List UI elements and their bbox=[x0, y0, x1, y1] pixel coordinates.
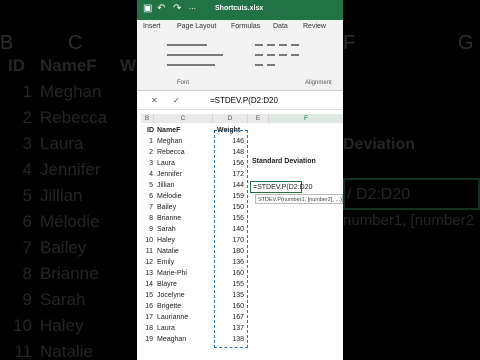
row-id[interactable]: 10 bbox=[141, 235, 153, 246]
tab-review[interactable]: Review bbox=[303, 23, 326, 30]
row-id[interactable]: 2 bbox=[141, 147, 153, 158]
confirm-icon[interactable]: ✓ bbox=[173, 96, 180, 105]
row-name[interactable]: Bailey bbox=[157, 202, 205, 213]
column-header-d[interactable]: D bbox=[213, 114, 248, 123]
header-name[interactable]: NameF bbox=[157, 125, 205, 136]
sd-label[interactable]: Standard Deviation bbox=[252, 158, 316, 165]
ribbon-tabs: Insert Page Layout Formulas Data Review bbox=[137, 20, 343, 35]
row-id[interactable]: 8 bbox=[141, 213, 153, 224]
formula-bar: ✕ ✓ =STDEV.P(D2:D20 bbox=[137, 93, 343, 110]
row-name[interactable]: Marie-Phi bbox=[157, 268, 205, 279]
save-icon[interactable]: ▣ bbox=[143, 3, 152, 14]
font-group-label: Font bbox=[177, 80, 190, 86]
row-name[interactable]: Brianne bbox=[157, 213, 205, 224]
formula-input[interactable]: =STDEV.P(D2:D20 bbox=[210, 96, 278, 105]
active-cell[interactable]: =STDEV.P(D2:D20 bbox=[250, 181, 312, 193]
cancel-icon[interactable]: ✕ bbox=[151, 96, 158, 105]
selection-marquee bbox=[214, 130, 248, 348]
more-icon[interactable]: ⋯ bbox=[189, 5, 196, 13]
row-id[interactable]: 5 bbox=[141, 180, 153, 191]
undo-icon[interactable]: ↶ bbox=[157, 3, 165, 14]
column-header-c[interactable]: C bbox=[154, 114, 213, 123]
file-title: Shortcuts.xlsx bbox=[215, 5, 264, 12]
row-id[interactable]: 9 bbox=[141, 224, 153, 235]
row-name[interactable]: Blayre bbox=[157, 279, 205, 290]
title-bar: ▣ ↶ ↷ ⋯ Shortcuts.xlsx bbox=[137, 0, 343, 20]
row-name[interactable]: Emily bbox=[157, 257, 205, 268]
column-header-b[interactable]: B bbox=[141, 114, 154, 123]
row-id[interactable]: 17 bbox=[141, 312, 153, 323]
tab-formulas[interactable]: Formulas bbox=[231, 23, 260, 30]
row-name[interactable]: Jennifer bbox=[157, 169, 205, 180]
function-tooltip: STDEV.P(number1, [number2], ...) bbox=[255, 194, 343, 204]
column-header-f[interactable]: F bbox=[269, 114, 343, 123]
row-id[interactable]: 7 bbox=[141, 202, 153, 213]
row-id[interactable]: 1 bbox=[141, 136, 153, 147]
row-id[interactable]: 4 bbox=[141, 169, 153, 180]
row-name[interactable]: Rebecca bbox=[157, 147, 205, 158]
row-name[interactable]: Meghan bbox=[157, 136, 205, 147]
worksheet-grid[interactable]: B C D E F ID NameF Weight 1 Meghan 146 2 Reb… bbox=[137, 114, 343, 360]
row-name[interactable]: Sarah bbox=[157, 224, 205, 235]
row-id[interactable]: 19 bbox=[141, 334, 153, 345]
row-name[interactable]: Jocelyne bbox=[157, 290, 205, 301]
row-id[interactable]: 18 bbox=[141, 323, 153, 334]
row-id[interactable]: 14 bbox=[141, 279, 153, 290]
ribbon: Font Alignment bbox=[137, 34, 343, 91]
excel-window: ▣ ↶ ↷ ⋯ Shortcuts.xlsx Insert Page Layou… bbox=[137, 0, 343, 360]
redo-icon[interactable]: ↷ bbox=[173, 3, 181, 14]
row-id[interactable]: 6 bbox=[141, 191, 153, 202]
row-name[interactable]: Brigette bbox=[157, 301, 205, 312]
row-name[interactable]: Laurianne bbox=[157, 312, 205, 323]
column-header-e[interactable]: E bbox=[248, 114, 269, 123]
row-name[interactable]: Laura bbox=[157, 158, 205, 169]
row-id[interactable]: 16 bbox=[141, 301, 153, 312]
row-id[interactable]: 15 bbox=[141, 290, 153, 301]
tab-insert[interactable]: Insert bbox=[143, 23, 161, 30]
row-id[interactable]: 11 bbox=[141, 246, 153, 257]
row-name[interactable]: Haley bbox=[157, 235, 205, 246]
row-name[interactable]: Jillian bbox=[157, 180, 205, 191]
row-name[interactable]: Meaghan bbox=[157, 334, 205, 345]
tab-page-layout[interactable]: Page Layout bbox=[177, 23, 216, 30]
alignment-group-label: Alignment bbox=[305, 80, 332, 86]
row-name[interactable]: Natalie bbox=[157, 246, 205, 257]
row-name[interactable]: Laura bbox=[157, 323, 205, 334]
row-id[interactable]: 3 bbox=[141, 158, 153, 169]
row-id[interactable]: 12 bbox=[141, 257, 153, 268]
tab-data[interactable]: Data bbox=[273, 23, 288, 30]
row-id[interactable]: 13 bbox=[141, 268, 153, 279]
row-name[interactable]: Mélodie bbox=[157, 191, 205, 202]
header-id[interactable]: ID bbox=[147, 125, 156, 136]
